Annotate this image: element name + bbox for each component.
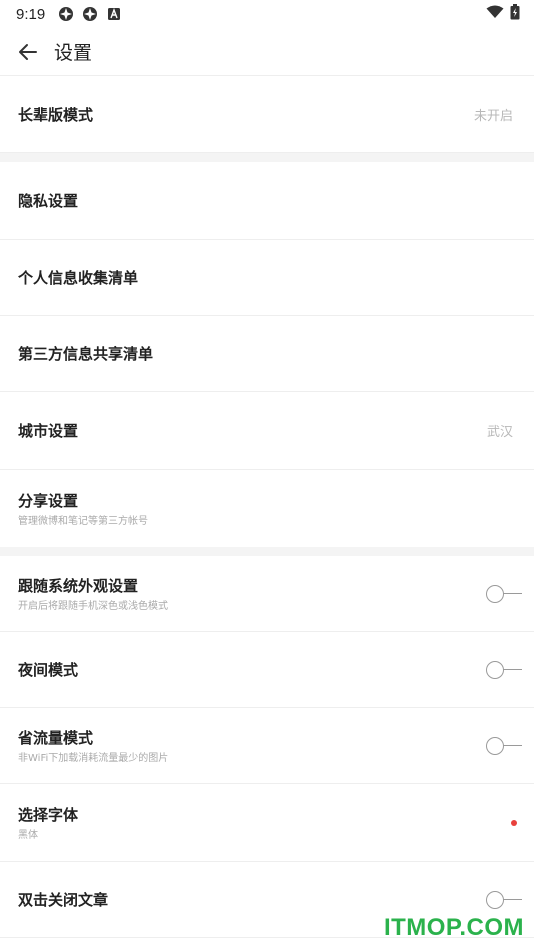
settings-row-elder-mode[interactable]: 长辈版模式 未开启 (0, 76, 534, 153)
app-bar: 设置 (0, 28, 534, 76)
new-badge-dot (511, 819, 517, 826)
night-mode-toggle[interactable] (486, 660, 526, 680)
app-notification-icon-2 (81, 5, 99, 23)
settings-row-privacy[interactable]: 隐私设置 (0, 162, 534, 240)
row-label: 隐私设置 (18, 192, 79, 210)
settings-row-city[interactable]: 城市设置 武汉 (0, 392, 534, 470)
data-saver-toggle[interactable] (486, 736, 526, 756)
battery-icon (510, 4, 520, 24)
row-subtitle: 黑体 (18, 830, 38, 841)
app-notification-icon (57, 5, 75, 23)
row-label: 跟随系统外观设置 (18, 577, 139, 595)
settings-row-font[interactable]: 选择字体 黑体 (0, 784, 534, 862)
double-tap-close-toggle[interactable] (486, 890, 526, 910)
settings-row-third-party[interactable]: 第三方信息共享清单 (0, 316, 534, 392)
row-label: 个人信息收集清单 (18, 269, 139, 287)
section-divider (0, 153, 534, 162)
wifi-icon (486, 5, 504, 23)
row-value: 武汉 (486, 425, 513, 440)
settings-row-personal-info[interactable]: 个人信息收集清单 (0, 240, 534, 316)
settings-row-night-mode[interactable]: 夜间模式 (0, 632, 534, 708)
settings-row-follow-system[interactable]: 跟随系统外观设置 开启后将跟随手机深色或浅色模式 (0, 556, 534, 632)
row-label: 分享设置 (18, 492, 79, 510)
section-divider (0, 547, 534, 556)
row-label: 双击关闭文章 (18, 891, 109, 909)
font-notification-icon (105, 5, 123, 23)
settings-row-data-saver[interactable]: 省流量模式 非WiFi下加载消耗流量最少的图片 (0, 708, 534, 784)
watermark: ITMOP.COM (383, 914, 524, 941)
row-label: 选择字体 (18, 806, 79, 824)
row-subtitle: 开启后将跟随手机深色或浅色模式 (18, 601, 168, 612)
row-label: 城市设置 (18, 422, 79, 440)
row-label: 长辈版模式 (18, 105, 94, 124)
back-arrow-icon[interactable] (16, 40, 40, 64)
row-label: 省流量模式 (18, 729, 94, 747)
row-label: 夜间模式 (18, 661, 79, 679)
settings-row-share[interactable]: 分享设置 管理微博和笔记等第三方帐号 (0, 470, 534, 547)
row-subtitle: 非WiFi下加载消耗流量最少的图片 (18, 753, 169, 764)
follow-system-toggle[interactable] (486, 584, 526, 604)
row-label: 第三方信息共享清单 (18, 345, 154, 363)
row-subtitle: 管理微博和笔记等第三方帐号 (18, 516, 148, 527)
page-title: 设置 (54, 42, 93, 64)
status-bar: 9:19 (0, 0, 534, 28)
status-time: 9:19 (16, 5, 46, 23)
row-value: 未开启 (473, 108, 513, 124)
